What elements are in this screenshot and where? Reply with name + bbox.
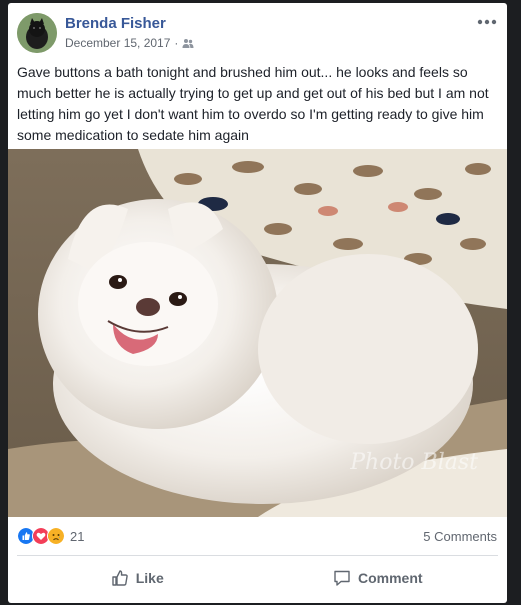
- post-photo[interactable]: Photo Blast: [8, 149, 507, 517]
- more-options-icon[interactable]: [476, 15, 498, 29]
- reactions-summary[interactable]: 21: [17, 527, 84, 545]
- author-name[interactable]: Brenda Fisher: [65, 15, 166, 32]
- sad-icon[interactable]: [47, 527, 65, 545]
- comment-button[interactable]: Comment: [258, 559, 499, 597]
- post-text: Gave buttons a bath tonight and brushed …: [17, 64, 489, 143]
- separator-dot: ·: [174, 36, 179, 50]
- post-meta: December 15, 2017 ·: [65, 36, 194, 50]
- divider: [17, 555, 498, 556]
- comments-count[interactable]: 5 Comments: [423, 529, 497, 544]
- comment-icon: [334, 570, 350, 586]
- like-label: Like: [135, 570, 164, 586]
- action-bar: Like Comment: [17, 559, 498, 597]
- avatar[interactable]: [17, 13, 57, 53]
- thumbs-up-icon: [112, 570, 128, 586]
- like-button[interactable]: Like: [17, 559, 258, 597]
- reaction-count[interactable]: 21: [70, 529, 84, 544]
- friends-icon[interactable]: [182, 38, 194, 49]
- post-header: Brenda Fisher December 15, 2017 ·: [17, 11, 498, 55]
- comment-label: Comment: [357, 570, 423, 586]
- post-card: Brenda Fisher December 15, 2017 · Gave b…: [8, 3, 507, 603]
- post-date[interactable]: December 15, 2017: [65, 36, 170, 50]
- photo-watermark: Photo Blast: [349, 450, 478, 475]
